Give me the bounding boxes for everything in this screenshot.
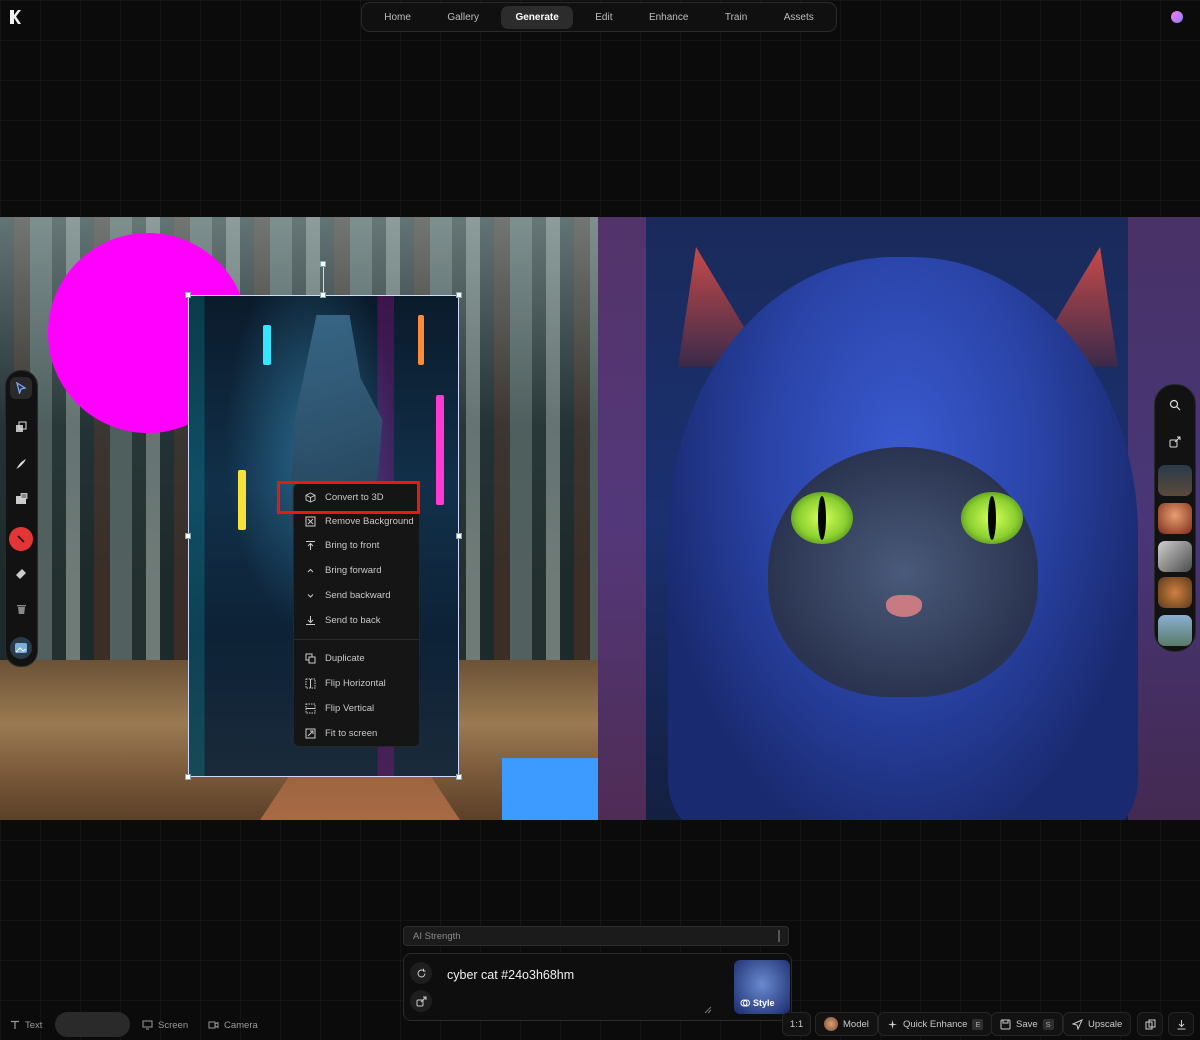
tab-assets[interactable]: Assets	[770, 6, 828, 29]
image-add-icon[interactable]	[10, 488, 32, 510]
aspect-ratio-button[interactable]: 1:1	[782, 1012, 811, 1036]
cat-face	[768, 447, 1038, 697]
search-icon[interactable]	[1165, 395, 1185, 415]
arrow-to-top-icon	[303, 540, 317, 551]
thumb-tiger[interactable]	[1158, 577, 1192, 608]
tab-gallery[interactable]: Gallery	[433, 6, 493, 29]
recording-toggle[interactable]	[55, 1012, 130, 1037]
left-toolbar	[5, 370, 38, 667]
model-avatar	[824, 1017, 838, 1031]
flip-horizontal-icon	[303, 678, 317, 689]
download-button[interactable]	[1168, 1012, 1194, 1036]
rotation-handle-line	[323, 263, 324, 295]
copy-icon	[1145, 1019, 1155, 1029]
cat-eye-left	[791, 492, 853, 544]
resize-grip-icon[interactable]	[704, 1006, 712, 1014]
arrow-to-bottom-icon	[303, 615, 317, 626]
menu-separator	[294, 639, 419, 640]
layers-icon[interactable]	[10, 416, 32, 438]
chevron-up-icon	[303, 565, 317, 576]
share-icon[interactable]	[1165, 432, 1185, 452]
resize-handle-bottom-left[interactable]	[185, 774, 191, 780]
resize-handle-top[interactable]	[320, 292, 326, 298]
thumb-landscape[interactable]	[1158, 615, 1192, 646]
upscale-button[interactable]: Upscale	[1063, 1012, 1132, 1036]
canvas-cyber-cat-image[interactable]	[598, 217, 1200, 820]
resize-handle-top-left[interactable]	[185, 292, 191, 298]
menu-item-remove-background[interactable]: Remove Background	[294, 509, 419, 533]
remove-bg-icon	[303, 516, 317, 527]
krea-logo-icon[interactable]	[8, 9, 22, 25]
menu-item-duplicate[interactable]: Duplicate	[294, 646, 419, 670]
image-upload-icon[interactable]	[10, 637, 32, 659]
thumb-cyber-scene[interactable]	[1158, 465, 1192, 496]
neon-sign	[263, 325, 271, 365]
neon-sign	[238, 470, 246, 530]
save-icon	[1000, 1019, 1011, 1029]
fit-screen-icon	[303, 728, 317, 739]
chevron-down-icon	[303, 590, 317, 601]
download-icon	[1177, 1019, 1185, 1029]
context-menu: Convert to 3D Remove Background Bring to…	[293, 483, 420, 747]
resize-handle-top-right[interactable]	[456, 292, 462, 298]
tab-generate[interactable]: Generate	[501, 5, 573, 29]
thumb-mech[interactable]	[1158, 541, 1192, 572]
style-icon	[740, 999, 750, 1007]
resize-handle-right[interactable]	[456, 533, 462, 539]
flip-vertical-icon	[303, 703, 317, 714]
user-avatar[interactable]	[1171, 11, 1183, 23]
style-thumbnail[interactable]: Style	[734, 960, 790, 1014]
text-icon	[11, 1020, 19, 1029]
right-toolbar	[1154, 384, 1196, 652]
send-icon	[1072, 1018, 1083, 1030]
menu-item-bring-forward[interactable]: Bring forward	[294, 558, 419, 582]
share-prompt-icon[interactable]	[410, 990, 432, 1012]
brush-icon[interactable]	[10, 453, 32, 475]
monitor-icon	[142, 1020, 153, 1030]
style-label: Style	[740, 998, 775, 1008]
rotate-handle[interactable]	[320, 261, 326, 267]
cat-eye-right	[961, 492, 1023, 544]
color-picker-icon[interactable]	[9, 527, 33, 551]
menu-item-send-backward[interactable]: Send backward	[294, 583, 419, 607]
menu-item-flip-horizontal[interactable]: Flip Horizontal	[294, 671, 419, 695]
menu-item-fit-to-screen[interactable]: Fit to screen	[294, 721, 419, 745]
prompt-box: cyber cat #24o3h68hm Style	[403, 953, 792, 1021]
duplicate-icon	[303, 653, 317, 664]
ai-strength-slider[interactable]: AI Strength	[403, 926, 789, 946]
trash-icon[interactable]	[10, 598, 32, 620]
eraser-icon[interactable]	[10, 563, 32, 585]
select-cursor-icon[interactable]	[10, 377, 32, 399]
menu-item-flip-vertical[interactable]: Flip Vertical	[294, 696, 419, 720]
ai-strength-label: AI Strength	[413, 931, 461, 942]
top-navigation: Home Gallery Generate Edit Enhance Train…	[361, 2, 837, 32]
refresh-icon[interactable]	[410, 962, 432, 984]
quick-enhance-button[interactable]: Quick Enhance E	[878, 1012, 993, 1036]
resize-handle-bottom-right[interactable]	[456, 774, 462, 780]
tab-home[interactable]: Home	[370, 6, 425, 29]
menu-item-send-to-back[interactable]: Send to back	[294, 608, 419, 632]
neon-sign	[436, 395, 444, 505]
tab-enhance[interactable]: Enhance	[635, 6, 702, 29]
menu-item-convert-to-3d[interactable]: Convert to 3D	[294, 485, 419, 509]
neon-sign	[418, 315, 424, 365]
cat-nose	[886, 595, 922, 617]
model-button[interactable]: Model	[815, 1012, 878, 1036]
tab-edit[interactable]: Edit	[581, 6, 626, 29]
canvas-square-shape[interactable]	[502, 758, 598, 820]
thumb-portrait-red[interactable]	[1158, 503, 1192, 534]
copy-button[interactable]	[1137, 1012, 1163, 1036]
menu-item-bring-to-front[interactable]: Bring to front	[294, 533, 419, 557]
text-tool-button[interactable]: Text	[10, 1017, 42, 1033]
camera-icon	[208, 1021, 219, 1029]
prompt-input[interactable]: cyber cat #24o3h68hm	[447, 968, 574, 982]
screen-button[interactable]: Screen	[142, 1017, 188, 1033]
sparkle-icon	[888, 1019, 897, 1029]
tab-train[interactable]: Train	[711, 6, 761, 29]
cube-icon	[303, 491, 317, 503]
save-button[interactable]: Save S	[991, 1012, 1063, 1036]
resize-handle-left[interactable]	[185, 533, 191, 539]
slider-knob[interactable]	[778, 930, 780, 942]
camera-button[interactable]: Camera	[208, 1017, 258, 1033]
